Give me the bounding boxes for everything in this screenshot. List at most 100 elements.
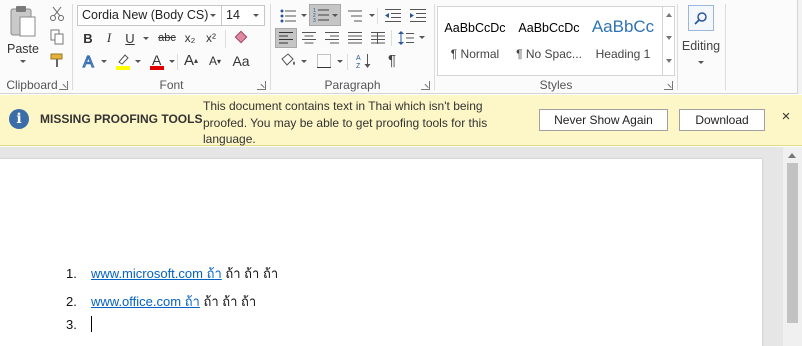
- justify-button[interactable]: [344, 28, 366, 48]
- clipboard-dialog-launcher[interactable]: [59, 81, 68, 90]
- underline-button[interactable]: U: [121, 29, 139, 47]
- paste-button[interactable]: Paste: [4, 4, 42, 72]
- bullets-icon: [280, 9, 296, 23]
- text-effects-dropdown-icon[interactable]: [101, 60, 107, 63]
- font-color-dropdown-icon[interactable]: [169, 60, 175, 63]
- subscript-button[interactable]: x₂: [181, 29, 199, 47]
- hyperlink-thai-text: ถ้า: [202, 266, 222, 281]
- scrollbar-thumb[interactable]: [787, 163, 798, 323]
- sort-button[interactable]: A Z: [353, 51, 375, 71]
- highlight-dropdown-icon[interactable]: [135, 60, 141, 63]
- style-heading-1[interactable]: AaBbCc Heading 1: [586, 7, 660, 75]
- style-normal[interactable]: AaBbCcDc ¶ Normal: [438, 7, 512, 75]
- editing-button[interactable]: Editing: [682, 5, 720, 71]
- list-item[interactable]: 1. www.microsoft.com ถ้า ถ้า ถ้า ถ้า: [66, 263, 278, 284]
- group-divider: [177, 54, 178, 70]
- scroll-down-icon[interactable]: [666, 36, 672, 40]
- numbering-button[interactable]: 1 2 3: [309, 4, 341, 26]
- chevron-down-icon: [210, 14, 216, 17]
- underline-dropdown-icon[interactable]: [143, 37, 149, 40]
- copy-button[interactable]: [47, 27, 67, 47]
- eraser-icon: [234, 30, 248, 44]
- group-divider: [225, 30, 226, 48]
- svg-text:A: A: [83, 54, 94, 70]
- list-item[interactable]: 3.: [66, 316, 92, 332]
- font-name-combo[interactable]: Cordia New (Body CS): [77, 5, 222, 26]
- list-number: 1.: [66, 266, 77, 281]
- paste-icon: [10, 6, 36, 37]
- style-name: ¶ No Spac...: [516, 47, 582, 61]
- close-icon[interactable]: ×: [777, 108, 795, 126]
- superscript-button[interactable]: x²: [202, 29, 220, 47]
- info-icon: i: [9, 109, 29, 129]
- align-center-button[interactable]: [298, 28, 320, 48]
- paint-bucket-icon: [281, 53, 295, 66]
- scissors-icon: [50, 6, 64, 21]
- download-button[interactable]: Download: [679, 109, 765, 131]
- highlight-button[interactable]: [113, 51, 133, 71]
- paragraph-group-label: Paragraph: [324, 78, 381, 92]
- message-title: MISSING PROOFING TOOLS: [40, 112, 203, 126]
- format-painter-button[interactable]: [47, 50, 67, 70]
- document-page[interactable]: [0, 159, 762, 346]
- line-spacing-icon: [398, 31, 414, 45]
- numbering-dropdown-icon: [331, 13, 338, 17]
- increase-indent-icon: [410, 9, 426, 22]
- align-right-icon: [325, 32, 339, 44]
- align-left-button[interactable]: [275, 28, 297, 48]
- scroll-up-icon[interactable]: [788, 153, 796, 158]
- caret-up-icon: ▴: [194, 55, 199, 65]
- increase-indent-button[interactable]: [407, 6, 429, 26]
- italic-button[interactable]: I: [100, 29, 118, 47]
- list-item-text: ถ้า ถ้า ถ้า: [221, 266, 279, 281]
- bullets-button[interactable]: [277, 6, 299, 26]
- paragraph-dialog-launcher[interactable]: [421, 81, 430, 90]
- hyperlink[interactable]: www.microsoft.com ถ้า: [91, 266, 222, 281]
- clear-formatting-button[interactable]: [230, 29, 252, 47]
- text-cursor: [91, 316, 92, 332]
- shading-button[interactable]: [277, 51, 299, 71]
- editing-label: Editing: [681, 39, 721, 53]
- ribbon: Paste Clipboard Cordia New (Body CS) 14 …: [0, 0, 802, 94]
- bullets-dropdown-icon[interactable]: [301, 14, 307, 17]
- font-dialog-launcher[interactable]: [257, 81, 266, 90]
- font-color-button[interactable]: A: [147, 51, 167, 71]
- grow-font-label: A: [183, 51, 194, 69]
- scroll-up-icon[interactable]: [666, 13, 672, 17]
- vertical-scrollbar[interactable]: [783, 147, 802, 346]
- message-text: This document contains text in Thai whic…: [203, 99, 488, 146]
- line-spacing-button[interactable]: [395, 28, 417, 48]
- line-spacing-dropdown-icon[interactable]: [419, 36, 425, 39]
- list-number: 2.: [66, 294, 77, 309]
- grow-font-button[interactable]: A ▴: [181, 50, 201, 70]
- hyperlink[interactable]: www.office.com ถ้า: [91, 294, 200, 309]
- list-item[interactable]: 2. www.office.com ถ้า ถ้า ถ้า ถ้า: [66, 291, 256, 312]
- font-size-combo[interactable]: 14: [221, 5, 265, 26]
- change-case-button[interactable]: Aa: [231, 51, 251, 71]
- cut-button[interactable]: [47, 4, 67, 24]
- styles-dialog-launcher[interactable]: [664, 81, 673, 90]
- shading-dropdown-icon[interactable]: [301, 60, 307, 63]
- decrease-indent-button[interactable]: [382, 6, 404, 26]
- align-right-button[interactable]: [321, 28, 343, 48]
- chevron-down-icon: [253, 14, 259, 17]
- shrink-font-button[interactable]: A ▾: [205, 51, 225, 71]
- borders-button[interactable]: [313, 51, 335, 71]
- paragraph-group: 1 2 3 A Z ¶ Paragraph: [271, 0, 434, 94]
- multilevel-list-button[interactable]: [345, 6, 367, 26]
- numbering-icon: 1 2 3: [313, 8, 329, 22]
- distributed-button[interactable]: [367, 28, 389, 48]
- align-center-icon: [302, 32, 316, 44]
- multilevel-list-dropdown-icon[interactable]: [369, 14, 375, 17]
- document-area: [0, 147, 802, 346]
- hyperlink-thai-text: ถ้า: [181, 294, 200, 309]
- never-show-again-button[interactable]: Never Show Again: [539, 109, 668, 131]
- borders-dropdown-icon[interactable]: [337, 60, 343, 63]
- style-no-spacing[interactable]: AaBbCcDc ¶ No Spac...: [512, 7, 586, 75]
- bold-button[interactable]: B: [79, 29, 97, 47]
- text-effects-button[interactable]: A: [79, 51, 99, 71]
- strikethrough-button[interactable]: abc: [155, 29, 179, 47]
- show-formatting-marks-button[interactable]: ¶: [381, 50, 403, 70]
- svg-text:Z: Z: [356, 63, 361, 69]
- more-styles-icon[interactable]: [666, 59, 672, 63]
